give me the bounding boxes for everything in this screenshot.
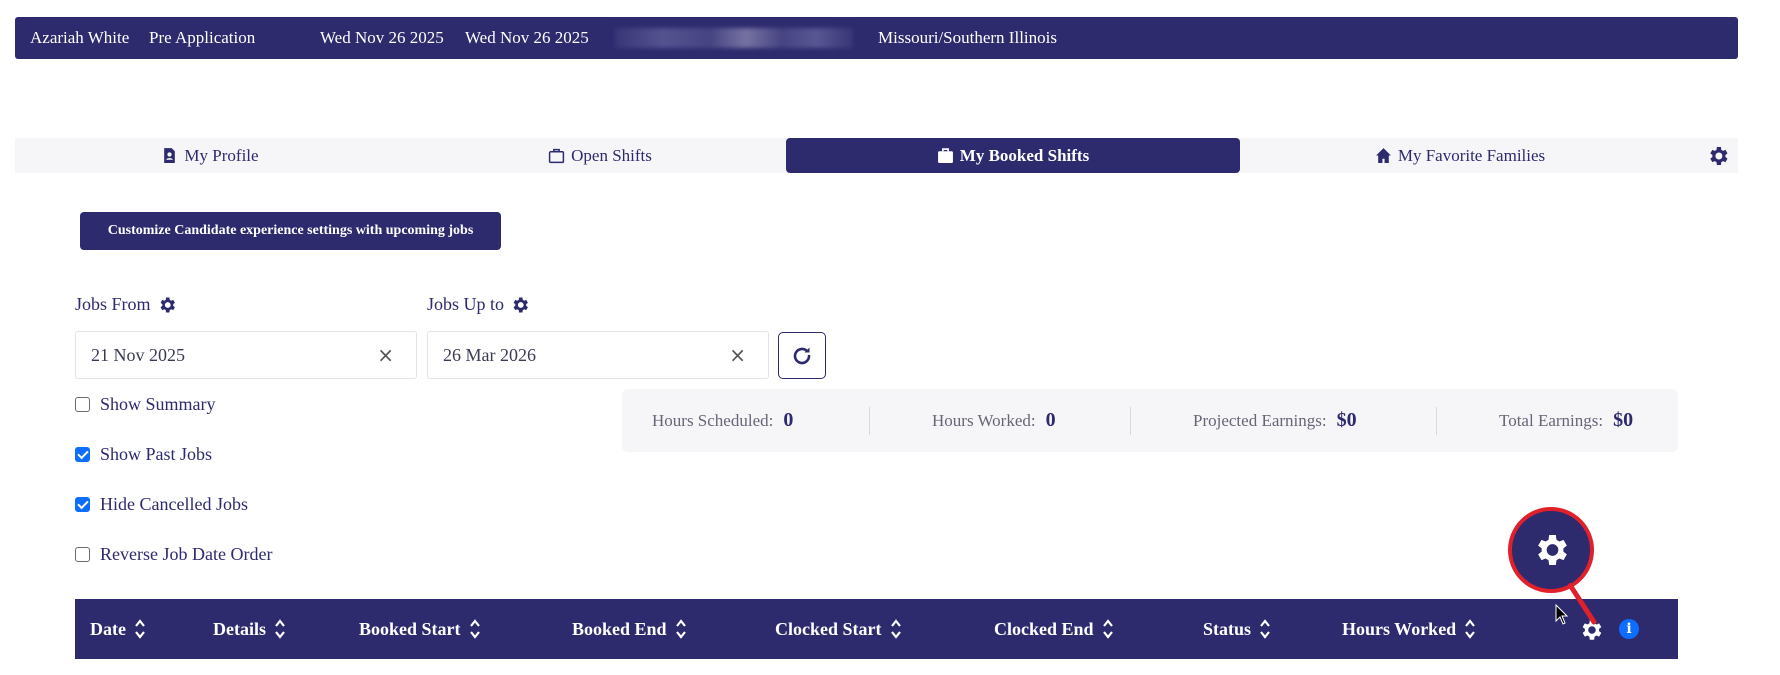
highlight-circle — [1508, 507, 1594, 593]
gear-icon[interactable] — [1706, 144, 1730, 168]
column-label: Date — [90, 618, 126, 639]
summary-label: Hours Worked: — [932, 410, 1036, 430]
sort-icon — [135, 619, 145, 639]
user-name: Azariah White — [30, 28, 130, 47]
redacted-field — [615, 28, 853, 48]
refresh-icon — [793, 347, 811, 364]
jobs-up-to-label: Jobs Up to — [427, 294, 530, 315]
column-hours-worked[interactable]: Hours Worked — [1342, 599, 1476, 659]
checkbox-box[interactable] — [75, 447, 90, 462]
tab-my-profile[interactable]: My Profile — [15, 138, 405, 173]
tab-label: My Profile — [184, 145, 259, 165]
column-label: Booked Start — [359, 618, 461, 639]
sort-icon — [890, 619, 901, 639]
briefcase-outline-icon — [548, 148, 565, 164]
jobs-from-text: Jobs From — [75, 294, 151, 314]
column-date[interactable]: Date — [90, 599, 146, 659]
checkbox-label: Hide Cancelled Jobs — [100, 494, 248, 514]
user-banner: Azariah White Pre Application Wed Nov 26… — [15, 17, 1738, 59]
tab-open-shifts[interactable]: Open Shifts — [405, 138, 795, 173]
divider — [1436, 407, 1437, 435]
checkbox-box[interactable] — [75, 397, 90, 412]
hide-cancelled-jobs-checkbox[interactable]: Hide Cancelled Jobs — [75, 494, 248, 515]
summary-value: $0 — [1336, 409, 1357, 431]
jobs-from-value: 21 Nov 2025 — [91, 344, 185, 365]
divider — [869, 407, 870, 435]
clear-icon[interactable]: × — [729, 343, 746, 367]
column-label: Clocked End — [994, 618, 1094, 639]
gear-icon — [1538, 535, 1567, 565]
summary-label: Total Earnings: — [1499, 410, 1604, 430]
column-label: Status — [1203, 618, 1252, 639]
jobs-up-to-date-field[interactable]: 26 Mar 2026 × — [427, 331, 769, 379]
gear-icon[interactable] — [157, 295, 177, 315]
summary-value: 0 — [783, 409, 794, 431]
summary-label: Hours Scheduled: — [652, 410, 774, 430]
summary-label: Projected Earnings: — [1193, 410, 1327, 430]
column-booked-start[interactable]: Booked Start — [359, 599, 481, 659]
profile-icon — [164, 148, 176, 163]
sort-icon — [675, 619, 686, 639]
refresh-button[interactable] — [778, 332, 826, 379]
gear-icon[interactable] — [510, 295, 530, 315]
checkbox-label: Reverse Job Date Order — [100, 544, 273, 564]
tab-my-booked-shifts[interactable]: My Booked Shifts — [786, 138, 1240, 173]
table-header: Date Details Booked Start Booked End Clo… — [75, 599, 1678, 659]
checkbox-box[interactable] — [75, 547, 90, 562]
hours-scheduled: Hours Scheduled: 0 — [652, 389, 793, 452]
customize-settings-button[interactable]: Customize Candidate experience settings … — [80, 212, 501, 250]
jobs-up-to-text: Jobs Up to — [427, 294, 505, 314]
sort-icon — [469, 619, 480, 639]
summary-value: $0 — [1613, 409, 1634, 431]
tab-bar: My Profile Open Shifts My Booked Shifts … — [15, 138, 1738, 173]
info-icon[interactable]: i — [1619, 619, 1639, 639]
tab-label: My Favorite Families — [1397, 145, 1546, 165]
user-status: Pre Application — [149, 28, 256, 47]
column-status[interactable]: Status — [1203, 599, 1271, 659]
home-icon — [1375, 148, 1391, 163]
sort-icon — [1102, 619, 1113, 639]
checkbox-box[interactable] — [75, 497, 90, 512]
summary-value: 0 — [1045, 409, 1056, 431]
column-booked-end[interactable]: Booked End — [572, 599, 687, 659]
banner-date-2: Wed Nov 26 2025 — [465, 28, 589, 47]
sort-icon — [1260, 619, 1270, 639]
show-past-jobs-checkbox[interactable]: Show Past Jobs — [75, 444, 212, 465]
checkbox-label: Show Past Jobs — [100, 444, 213, 464]
projected-earnings: Projected Earnings: $0 — [1193, 389, 1357, 452]
column-clocked-end[interactable]: Clocked End — [994, 599, 1114, 659]
briefcase-icon — [937, 148, 953, 163]
show-summary-checkbox[interactable]: Show Summary — [75, 394, 216, 415]
sort-icon — [1465, 619, 1476, 639]
earnings-summary: Hours Scheduled: 0 Hours Worked: 0 Proje… — [622, 389, 1678, 452]
mouse-cursor-icon — [1555, 604, 1569, 625]
column-details[interactable]: Details — [213, 599, 286, 659]
hours-worked: Hours Worked: 0 — [932, 389, 1056, 452]
reverse-job-date-order-checkbox[interactable]: Reverse Job Date Order — [75, 544, 272, 565]
tab-label: Open Shifts — [571, 145, 652, 165]
total-earnings: Total Earnings: $0 — [1499, 389, 1633, 452]
clear-icon[interactable]: × — [377, 343, 394, 367]
column-label: Clocked Start — [775, 618, 882, 639]
banner-date-1: Wed Nov 26 2025 — [320, 28, 444, 47]
divider — [1130, 407, 1131, 435]
tab-my-favorite-families[interactable]: My Favorite Families — [1240, 138, 1680, 173]
jobs-from-date-field[interactable]: 21 Nov 2025 × — [75, 331, 417, 379]
checkbox-label: Show Summary — [100, 394, 216, 414]
region-label: Missouri/Southern Illinois — [878, 28, 1057, 47]
tab-label: My Booked Shifts — [959, 145, 1090, 165]
jobs-up-to-value: 26 Mar 2026 — [443, 344, 536, 365]
column-clocked-start[interactable]: Clocked Start — [775, 599, 902, 659]
sort-icon — [275, 619, 285, 639]
column-label: Booked End — [572, 618, 667, 639]
column-label: Details — [213, 618, 266, 639]
jobs-from-label: Jobs From — [75, 294, 177, 315]
column-label: Hours Worked — [1342, 618, 1457, 639]
